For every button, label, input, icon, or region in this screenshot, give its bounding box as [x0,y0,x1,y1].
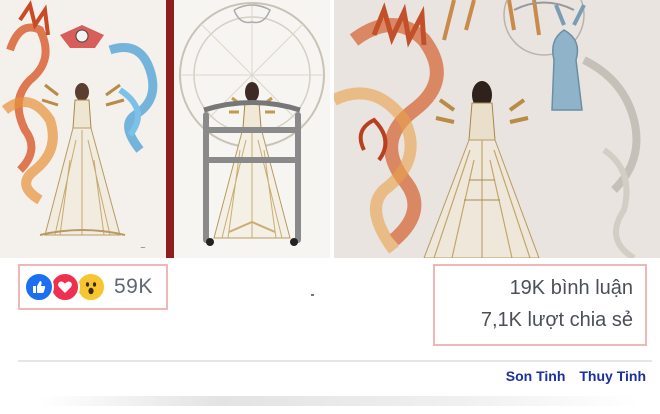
photo-strip[interactable]: ~ [0,0,660,258]
image-credits: Son Tinh Thuy Tinh [506,368,646,384]
engagement-stats: 19K bình luận 7,1K lượt chia sẻ [433,264,647,346]
like-icon [24,272,54,302]
reaction-count[interactable]: 59K [114,275,153,299]
shares-count[interactable]: 7,1K lượt chia sẻ [435,304,633,336]
reactions-summary[interactable]: 59K [18,264,168,310]
sketch-middle-drawing [174,0,330,258]
wow-icon [76,272,106,302]
red-divider [166,0,174,258]
comments-count[interactable]: 19K bình luận [435,272,633,304]
faded-action-row [40,396,640,406]
sketch-right-drawing [334,0,660,258]
separator-dot [311,294,314,296]
sketch-left-drawing: ~ [0,0,166,258]
sketch-left[interactable]: ~ [0,0,166,258]
credit-thuy-tinh: Thuy Tinh [579,368,646,384]
divider-line [18,360,652,362]
sketch-middle[interactable] [174,0,330,258]
love-icon [50,272,80,302]
credit-son-tinh: Son Tinh [505,368,566,384]
svg-text:~: ~ [140,244,146,252]
sketch-right[interactable] [334,0,660,258]
